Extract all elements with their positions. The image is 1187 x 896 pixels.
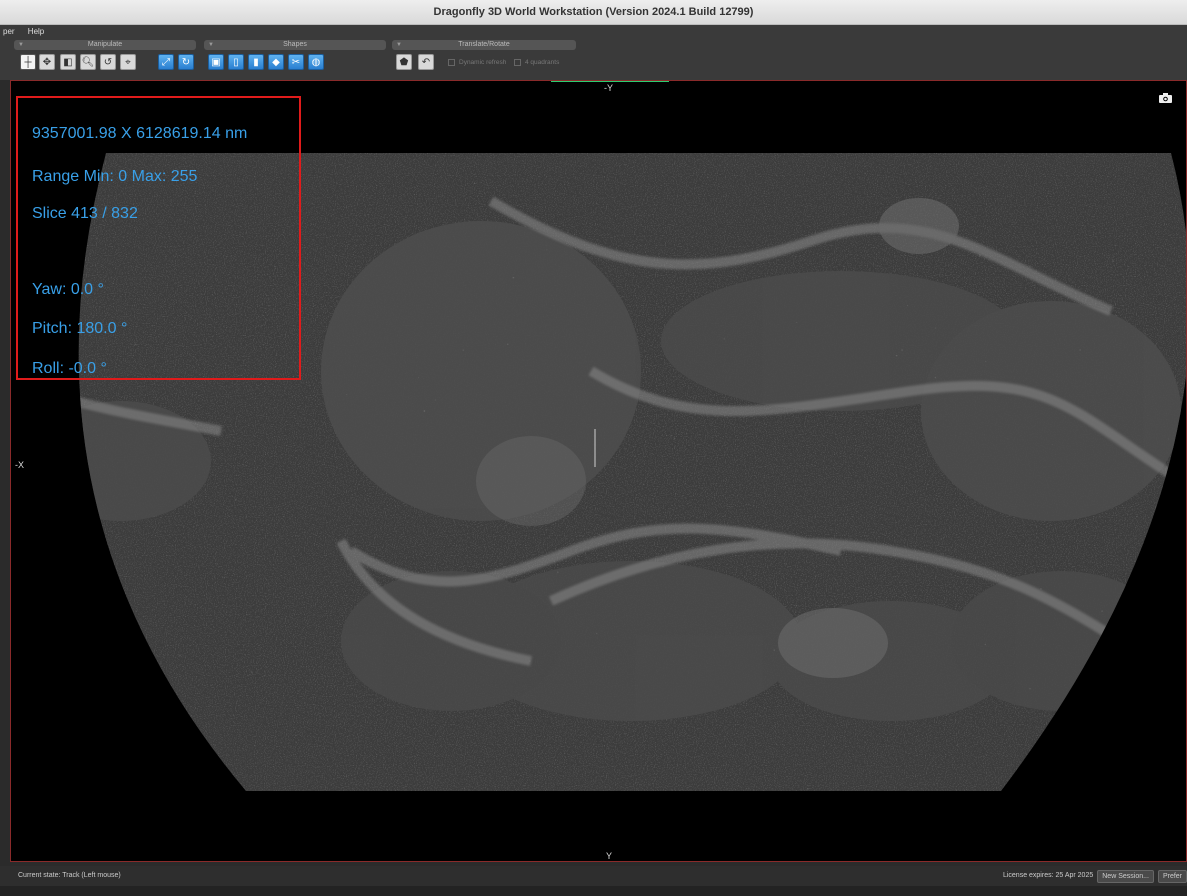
3d-viewport[interactable]: -Y Y -X 9357001.98 X 6128619.14 nm Range…	[10, 80, 1187, 862]
new-session-button[interactable]: New Session...	[1097, 869, 1154, 883]
dynamic-refresh-checkbox[interactable]: Dynamic refresh	[448, 59, 506, 66]
plane-icon: ◆	[272, 56, 280, 68]
undo-transform-button[interactable]: ↶	[418, 54, 434, 70]
chevron-down-icon: ▼	[18, 42, 24, 48]
cylinder-icon: ▯	[233, 56, 239, 68]
translate-rotate-group-header[interactable]: ▼ Translate/Rotate	[392, 40, 576, 50]
crosshair-icon: ┼	[24, 56, 32, 68]
shapes-group-header[interactable]: ▼ Shapes	[204, 40, 386, 50]
status-bar: Current state: Track (Left mouse) Licens…	[0, 866, 1187, 886]
yaw-text: Yaw: 0.0 °	[32, 281, 104, 298]
pan-tool-button[interactable]: ✥	[39, 54, 55, 70]
four-quadrants-checkbox[interactable]: 4 quadrants	[514, 59, 559, 66]
expand-icon: ⤢	[162, 56, 170, 68]
fit-view-button[interactable]: ⤢	[158, 54, 174, 70]
pitch-text: Pitch: 180.0 °	[32, 320, 128, 337]
target-icon: ⌖	[125, 56, 131, 68]
menu-bar: per Help	[0, 25, 1187, 38]
window-bottom-edge	[0, 886, 1187, 896]
cutting-shape-button[interactable]: ✂	[288, 54, 304, 70]
shapes-group-label: Shapes	[283, 41, 307, 48]
axis-label-bottom: Y	[606, 851, 613, 861]
transform-icon: ⬟	[399, 56, 409, 68]
capsule-icon: ▮	[253, 56, 259, 68]
camera-icon[interactable]	[1159, 93, 1172, 103]
rotate-tool-button[interactable]: ↺	[100, 54, 116, 70]
rotate-axes-icon: ↺	[103, 56, 113, 68]
move-icon: ✥	[42, 56, 52, 68]
sphere-shape-button[interactable]: ◍	[308, 54, 324, 70]
menu-item-help[interactable]: Help	[28, 27, 44, 36]
dimensions-text: 9357001.98 X 6128619.14 nm	[32, 125, 248, 142]
sphere-icon: ◍	[311, 56, 321, 68]
checkbox-icon	[514, 59, 521, 66]
target-tool-button[interactable]: ⌖	[120, 54, 136, 70]
info-overlay: 9357001.98 X 6128619.14 nm Range Min: 0 …	[16, 96, 301, 380]
four-quadrants-label: 4 quadrants	[525, 59, 560, 66]
box-shape-button[interactable]: ▣	[208, 54, 224, 70]
axis-label-left: -X	[15, 460, 24, 470]
window-level-tool-button[interactable]: ◧	[60, 54, 76, 70]
reset-view-button[interactable]: ↻	[178, 54, 194, 70]
window-title: Dragonfly 3D World Workstation (Version …	[0, 0, 1187, 25]
capsule-shape-button[interactable]: ▮	[248, 54, 264, 70]
manipulate-group-label: Manipulate	[87, 41, 123, 48]
menu-item-per[interactable]: per	[3, 27, 15, 36]
cube-icon: ▣	[211, 56, 221, 68]
license-text: License expires: 25 Apr 2025	[1002, 872, 1094, 879]
track-tool-button[interactable]: ┼	[20, 54, 36, 70]
cylinder-shape-button[interactable]: ▯	[228, 54, 244, 70]
plane-shape-button[interactable]: ◆	[268, 54, 284, 70]
preferences-button[interactable]: Prefer	[1157, 869, 1187, 883]
manipulate-group-header[interactable]: ▼ Manipulate	[14, 40, 196, 50]
zoom-tool-button[interactable]: 🔍︎	[80, 54, 96, 70]
roll-text: Roll: -0.0 °	[32, 360, 107, 377]
dynamic-refresh-label: Dynamic refresh	[459, 59, 507, 66]
translate-rotate-group-label: Translate/Rotate	[458, 41, 510, 48]
slice-text: Slice 413 / 832	[32, 205, 138, 222]
magnifier-icon: 🔍︎	[81, 56, 95, 68]
axis-label-top: -Y	[604, 83, 613, 93]
toolbar: ▼ Manipulate ▼ Shapes ▼ Translate/Rotate…	[0, 38, 1187, 80]
chevron-down-icon: ▼	[208, 42, 214, 48]
range-text: Range Min: 0 Max: 255	[32, 168, 198, 185]
checkbox-icon	[448, 59, 455, 66]
contrast-icon: ◧	[63, 56, 73, 68]
translate-rotate-button[interactable]: ⬟	[396, 54, 412, 70]
current-state-text: Current state: Track (Left mouse)	[18, 872, 121, 879]
scissors-icon: ✂	[291, 56, 301, 68]
refresh-icon: ↻	[181, 56, 191, 68]
chevron-down-icon: ▼	[396, 42, 402, 48]
undo-icon: ↶	[421, 56, 431, 68]
